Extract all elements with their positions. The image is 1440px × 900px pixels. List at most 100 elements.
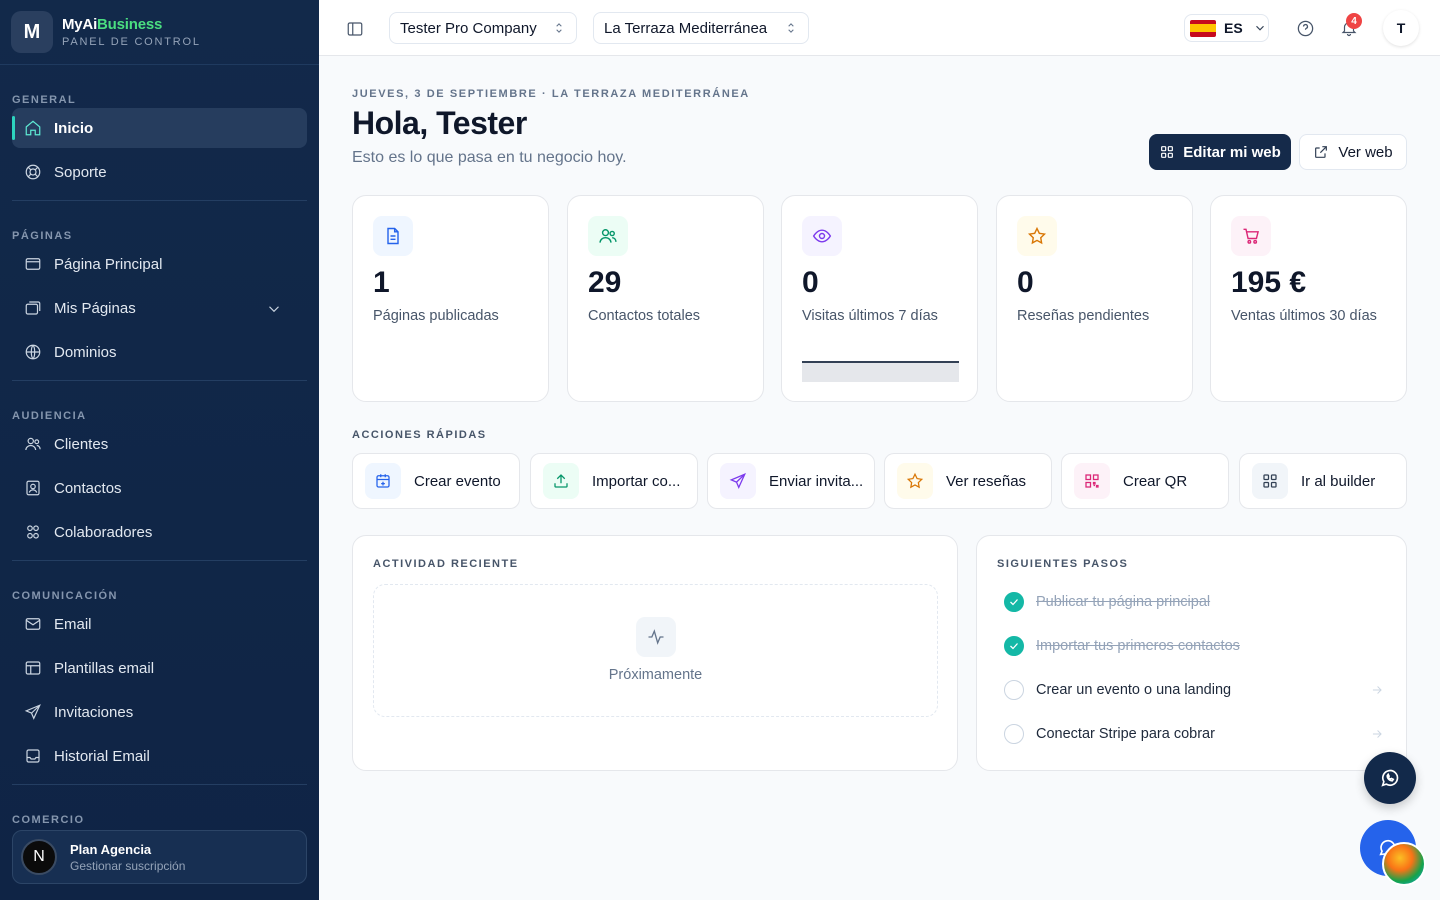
sidebar-item-email[interactable]: Email (12, 604, 307, 644)
user-avatar[interactable]: T (1383, 10, 1419, 46)
contact-icon (26, 480, 40, 496)
sidebar-toggle-button[interactable] (344, 18, 366, 40)
sidebar-toggle-icon (347, 22, 363, 36)
calendar-plus-icon (365, 463, 401, 499)
globe-icon (25, 344, 41, 360)
stat-card-pages[interactable]: 1 Páginas publicadas (352, 195, 549, 402)
section-title-general: GENERAL (12, 94, 77, 106)
stat-card-sales[interactable]: 195 € Ventas últimos 30 días (1210, 195, 1407, 402)
notification-badge: 4 (1346, 13, 1362, 29)
language-selector[interactable]: ES (1184, 14, 1269, 42)
divider (12, 380, 307, 381)
window-icon (25, 258, 41, 270)
star-icon (1017, 216, 1057, 256)
help-button[interactable] (1294, 17, 1316, 39)
sidebar-item-mis-paginas[interactable]: Mis Páginas (12, 288, 307, 328)
whatsapp-icon (1381, 769, 1399, 787)
page-title: Hola, Tester (352, 105, 527, 141)
divider (12, 560, 307, 561)
stat-label: Ventas últimos 30 días (1231, 308, 1377, 324)
lifebuoy-icon (25, 164, 41, 180)
next-steps-panel: SIGUIENTES PASOS Publicar tu página prin… (976, 535, 1407, 771)
topbar: Tester Pro Company La Terraza Mediterrán… (319, 0, 1440, 56)
recent-activity-panel: ACTIVIDAD RECIENTE Próximamente (352, 535, 958, 771)
quick-actions-title: ACCIONES RÁPIDAS (352, 429, 487, 441)
divider (12, 784, 307, 785)
inbox-icon (26, 749, 40, 763)
assistant-avatar[interactable] (1382, 842, 1426, 886)
send-icon (720, 463, 756, 499)
quick-action-ir-builder[interactable]: Ir al builder (1239, 453, 1407, 509)
sidebar-item-soporte[interactable]: Soporte (12, 152, 307, 192)
stat-label: Visitas últimos 7 días (802, 308, 938, 324)
company-selector[interactable]: Tester Pro Company (389, 12, 577, 44)
stat-value: 0 (1017, 266, 1034, 299)
activity-icon (636, 617, 676, 657)
spain-flag-icon (1190, 19, 1216, 37)
send-icon (24, 704, 41, 720)
grid-icon (1161, 146, 1174, 158)
check-icon (1004, 592, 1024, 612)
avatar: N (21, 839, 57, 875)
chevron-updown-icon (788, 23, 794, 33)
plan-card[interactable]: N Plan Agencia Gestionar suscripción (12, 830, 307, 884)
edit-web-button[interactable]: Editar mi web (1149, 134, 1291, 170)
arrow-right-icon (1372, 686, 1382, 694)
quick-action-crear-evento[interactable]: Crear evento (352, 453, 520, 509)
pages-icon (25, 301, 41, 315)
stat-card-visits[interactable]: 0 Visitas últimos 7 días (781, 195, 978, 402)
eye-icon (802, 216, 842, 256)
chevron-down-icon (1255, 25, 1264, 31)
sidebar-item-inicio[interactable]: Inicio (12, 108, 307, 148)
sidebar-item-contactos[interactable]: Contactos (12, 468, 307, 508)
arrow-right-icon (1372, 730, 1382, 738)
brand-subtitle: PANEL DE CONTROL (62, 36, 201, 48)
business-selector-label: La Terraza Mediterránea (604, 19, 768, 37)
stat-card-reviews[interactable]: 0 Reseñas pendientes (996, 195, 1193, 402)
circle-icon (1004, 724, 1024, 744)
users-icon (25, 437, 41, 451)
visits-sparkline (802, 361, 959, 382)
empty-state-text: Próximamente (608, 667, 703, 683)
quick-action-importar[interactable]: Importar co... (530, 453, 698, 509)
plan-subtitle: Gestionar suscripción (70, 858, 186, 873)
stat-value: 29 (588, 266, 622, 299)
mail-icon (25, 618, 41, 630)
section-title-comercio: COMERCIO (12, 814, 85, 826)
section-title-audiencia: AUDIENCIA (12, 410, 87, 422)
sidebar-item-historial-email[interactable]: Historial Email (12, 736, 307, 776)
business-selector[interactable]: La Terraza Mediterránea (593, 12, 809, 44)
quick-action-ver-resenas[interactable]: Ver reseñas (884, 453, 1052, 509)
sidebar-item-pagina-principal[interactable]: Página Principal (12, 244, 307, 284)
brand-name: MyAiBusiness (62, 16, 163, 33)
sidebar-item-clientes[interactable]: Clientes (12, 424, 307, 464)
template-icon (25, 661, 41, 675)
sidebar-item-dominios[interactable]: Dominios (12, 332, 307, 372)
view-web-button[interactable]: Ver web (1299, 134, 1407, 170)
quick-action-enviar-invitaciones[interactable]: Enviar invita... (707, 453, 875, 509)
empty-state: Próximamente (373, 584, 938, 717)
date-line: JUEVES, 3 DE SEPTIEMBRE · LA TERRAZA MED… (352, 88, 750, 100)
star-icon (897, 463, 933, 499)
stat-label: Páginas publicadas (373, 308, 499, 324)
step-item[interactable]: Conectar Stripe para cobrar (1004, 722, 1384, 746)
step-item[interactable]: Publicar tu página principal (1004, 590, 1384, 614)
sidebar-item-invitaciones[interactable]: Invitaciones (12, 692, 307, 732)
upload-icon (543, 463, 579, 499)
sidebar-item-plantillas-email[interactable]: Plantillas email (12, 648, 307, 688)
section-title-comunicacion: COMUNICACIÓN (12, 590, 118, 602)
whatsapp-button[interactable] (1364, 752, 1416, 804)
stat-label: Contactos totales (588, 308, 701, 324)
sidebar-item-colaboradores[interactable]: Colaboradores (12, 512, 307, 552)
sidebar: M MyAiBusiness PANEL DE CONTROL GENERAL … (0, 0, 319, 900)
step-item[interactable]: Importar tus primeros contactos (1004, 634, 1384, 658)
language-code: ES (1224, 20, 1243, 36)
quick-action-crear-qr[interactable]: Crear QR (1061, 453, 1229, 509)
brand[interactable]: M MyAiBusiness PANEL DE CONTROL (0, 0, 319, 65)
page-subtitle: Esto es lo que pasa en tu negocio hoy. (352, 149, 627, 166)
document-icon (373, 216, 413, 256)
step-item[interactable]: Crear un evento o una landing (1004, 678, 1384, 702)
stat-card-contacts[interactable]: 29 Contactos totales (567, 195, 764, 402)
chevron-down-icon[interactable] (265, 300, 283, 318)
external-link-icon (1315, 146, 1328, 158)
